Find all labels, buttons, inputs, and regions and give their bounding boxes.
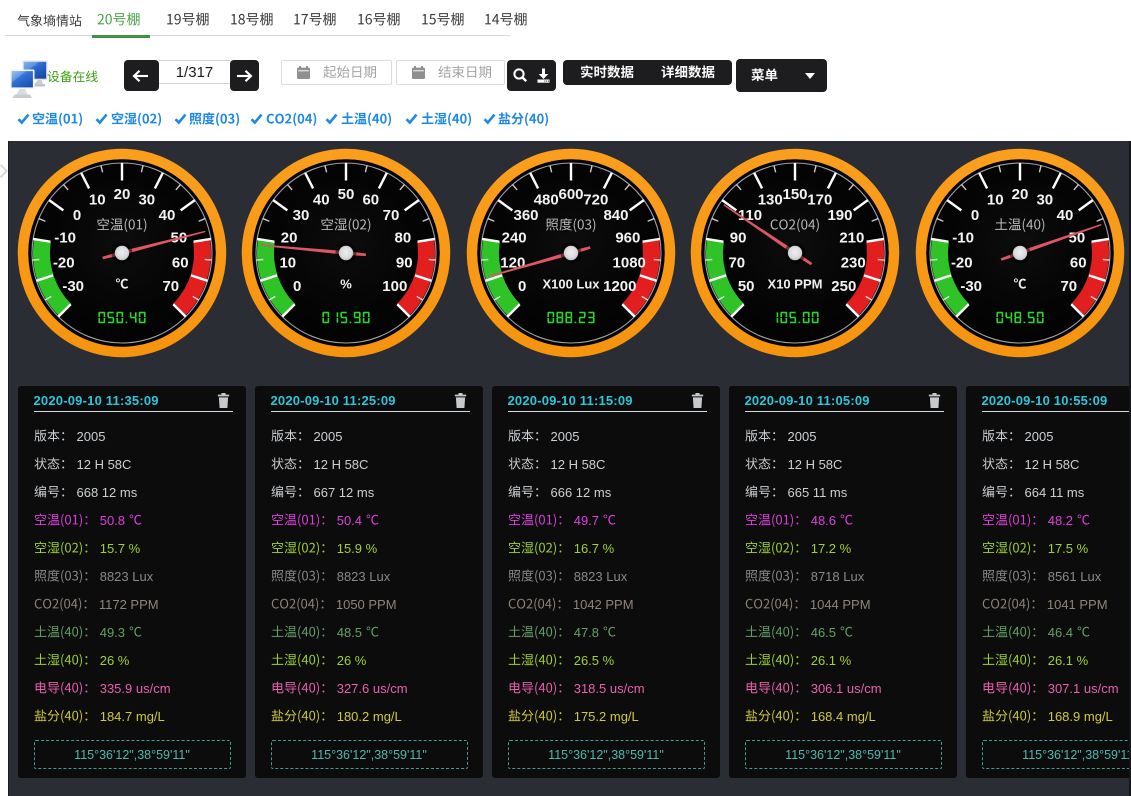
svg-text:1200: 1200 xyxy=(603,278,636,295)
svg-text:0: 0 xyxy=(293,278,301,295)
svg-text:30: 30 xyxy=(293,207,310,224)
svg-text:240: 240 xyxy=(501,229,526,246)
svg-text:X10 PPM: X10 PPM xyxy=(768,277,823,292)
svg-text:60: 60 xyxy=(1069,255,1086,272)
svg-text:-30: -30 xyxy=(62,278,84,295)
svg-text:70: 70 xyxy=(162,278,179,295)
svg-text:10: 10 xyxy=(986,191,1003,208)
svg-text:960: 960 xyxy=(615,229,640,246)
svg-text:250: 250 xyxy=(831,278,856,295)
svg-text:600: 600 xyxy=(558,186,583,203)
svg-text:90: 90 xyxy=(730,229,747,246)
svg-text:70: 70 xyxy=(1060,278,1077,295)
svg-text:230: 230 xyxy=(841,255,866,272)
svg-text:360: 360 xyxy=(513,207,538,224)
svg-text:1080: 1080 xyxy=(612,255,645,272)
svg-text:190: 190 xyxy=(828,207,853,224)
svg-text:-10: -10 xyxy=(54,229,76,246)
svg-text:10: 10 xyxy=(89,191,106,208)
svg-text:70: 70 xyxy=(729,255,746,272)
svg-text:130: 130 xyxy=(758,191,783,208)
svg-text:50: 50 xyxy=(338,186,355,203)
svg-text:60: 60 xyxy=(363,191,380,208)
svg-text:100: 100 xyxy=(383,278,408,295)
svg-text:40: 40 xyxy=(313,191,330,208)
svg-text:X100 Lux: X100 Lux xyxy=(542,277,600,292)
svg-text:0: 0 xyxy=(518,278,526,295)
svg-text:70: 70 xyxy=(383,207,400,224)
svg-text:210: 210 xyxy=(840,229,865,246)
svg-text:40: 40 xyxy=(1056,207,1073,224)
svg-text:20: 20 xyxy=(114,186,131,203)
svg-text:90: 90 xyxy=(396,255,413,272)
svg-text:840: 840 xyxy=(603,207,628,224)
svg-text:480: 480 xyxy=(533,191,558,208)
svg-text:80: 80 xyxy=(395,229,412,246)
svg-text:0: 0 xyxy=(73,207,81,224)
svg-text:20: 20 xyxy=(281,229,298,246)
svg-text:0: 0 xyxy=(970,207,978,224)
svg-text:10: 10 xyxy=(280,255,297,272)
svg-text:-20: -20 xyxy=(951,255,973,272)
svg-text:30: 30 xyxy=(1036,191,1053,208)
svg-text:40: 40 xyxy=(159,207,176,224)
svg-text:30: 30 xyxy=(138,191,155,208)
svg-text:50: 50 xyxy=(738,278,755,295)
svg-text:60: 60 xyxy=(172,255,189,272)
svg-text:%: % xyxy=(341,277,353,292)
svg-text:150: 150 xyxy=(783,186,808,203)
svg-text:20: 20 xyxy=(1011,186,1028,203)
svg-text:-30: -30 xyxy=(960,278,982,295)
svg-text:-20: -20 xyxy=(53,255,75,272)
svg-text:-10: -10 xyxy=(952,229,974,246)
